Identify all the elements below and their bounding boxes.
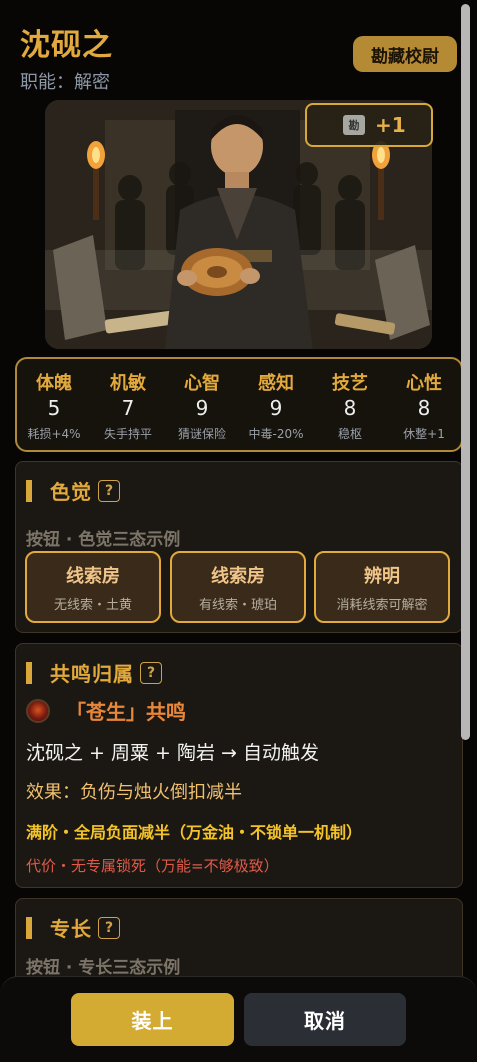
title-accent-bar xyxy=(26,916,32,939)
stat-note: 中毒-20% xyxy=(248,427,304,441)
title-accent-bar xyxy=(26,661,32,684)
stat-temperament: 心性 8 休整+1 xyxy=(387,369,461,450)
stat-label: 心智 xyxy=(184,373,220,394)
stat-value: 9 xyxy=(269,396,283,420)
resonance-emblem-icon xyxy=(26,698,50,723)
option-sublabel: 消耗线索可解密 xyxy=(336,597,428,613)
stat-label: 技艺 xyxy=(332,373,368,394)
stat-label: 机敏 xyxy=(110,373,146,394)
resonance-max-tier: 满阶・全局负面减半（万金油・不锁单一机制） xyxy=(26,823,363,842)
specialty-header: 专长 ? xyxy=(26,913,120,942)
stat-agility: 机敏 7 失手持平 xyxy=(91,369,165,450)
stat-label: 心性 xyxy=(406,373,442,394)
resonance-effect: 效果：负伤与烛火倒扣减半 xyxy=(26,782,242,803)
scrollbar[interactable] xyxy=(461,0,474,1062)
character-detail-screen: 沈砚之 职能：解密 勘藏校尉 勘 +1 体魄 5 耗损+4% 机敏 7 失手持平… xyxy=(0,0,477,1062)
resonance-name-row: 「苍生」共鸣 xyxy=(26,696,186,725)
color-sense-subhead: 按钮 · 色觉三态示例 xyxy=(26,530,181,550)
clue-room-found-button[interactable]: 线索房 有线索・琥珀 xyxy=(170,551,306,623)
stat-physique: 体魄 5 耗损+4% xyxy=(17,369,91,450)
equip-button[interactable]: 装上 xyxy=(71,993,234,1046)
stat-note: 休整+1 xyxy=(403,427,445,441)
color-sense-title: 色觉 xyxy=(50,480,92,504)
stat-note: 稳枢 xyxy=(337,427,362,441)
stat-note: 猜谜保险 xyxy=(177,427,226,441)
rank-badge: 勘藏校尉 xyxy=(353,36,457,72)
stat-value: 8 xyxy=(417,396,431,420)
specialty-title: 专长 xyxy=(50,917,92,941)
identify-button[interactable]: 辨明 消耗线索可解密 xyxy=(314,551,450,623)
stat-label: 体魄 xyxy=(36,373,72,394)
stat-intellect: 心智 9 猜谜保险 xyxy=(165,369,239,450)
stat-value: 5 xyxy=(47,396,61,420)
stat-note: 耗损+4% xyxy=(27,427,81,441)
stats-panel: 体魄 5 耗损+4% 机敏 7 失手持平 心智 9 猜谜保险 感知 9 中毒-2… xyxy=(15,357,463,452)
stat-perception: 感知 9 中毒-20% xyxy=(239,369,313,450)
stat-value: 7 xyxy=(121,396,135,420)
resonance-card: 共鸣归属 ? 「苍生」共鸣 沈砚之 + 周粟 + 陶岩 → 自动触发 效果：负伤… xyxy=(15,643,463,888)
stat-note: 失手持平 xyxy=(103,427,152,441)
stat-craft: 技艺 8 稳枢 xyxy=(313,369,387,450)
option-sublabel: 有线索・琥珀 xyxy=(198,597,277,613)
option-label: 线索房 xyxy=(211,565,265,587)
stat-label: 感知 xyxy=(258,373,294,394)
resonance-members: 沈砚之 + 周粟 + 陶岩 → 自动触发 xyxy=(26,742,319,764)
option-sublabel: 无线索・土黄 xyxy=(53,597,132,613)
clue-room-empty-button[interactable]: 线索房 无线索・土黄 xyxy=(25,551,161,623)
option-label: 辨明 xyxy=(364,565,400,587)
stat-value: 9 xyxy=(195,396,209,420)
cancel-button[interactable]: 取消 xyxy=(244,993,406,1046)
scroll-icon: 勘 xyxy=(343,115,365,135)
bonus-value: +1 xyxy=(375,113,406,137)
help-icon[interactable]: ? xyxy=(140,661,162,684)
resonance-header: 共鸣归属 ? xyxy=(26,658,162,687)
title-accent-bar xyxy=(26,479,32,502)
help-icon[interactable]: ? xyxy=(98,479,120,502)
color-sense-header: 色觉 ? xyxy=(26,476,120,505)
scrollbar-thumb[interactable] xyxy=(461,4,470,740)
bonus-badge: 勘 +1 xyxy=(305,103,433,147)
color-sense-card: 色觉 ? 按钮 · 色觉三态示例 线索房 无线索・土黄 线索房 有线索・琥珀 辨… xyxy=(15,461,463,633)
stat-value: 8 xyxy=(343,396,357,420)
help-icon[interactable]: ? xyxy=(98,916,120,939)
resonance-name: 「苍生」共鸣 xyxy=(66,700,186,724)
character-name: 沈砚之 xyxy=(20,28,113,63)
resonance-cost: 代价・无专属锁死（万能=不够极致） xyxy=(26,857,279,875)
character-role: 职能：解密 xyxy=(20,72,110,93)
resonance-title: 共鸣归属 xyxy=(50,662,134,686)
specialty-subhead: 按钮 · 专长三态示例 xyxy=(26,958,181,978)
option-label: 线索房 xyxy=(66,565,120,587)
